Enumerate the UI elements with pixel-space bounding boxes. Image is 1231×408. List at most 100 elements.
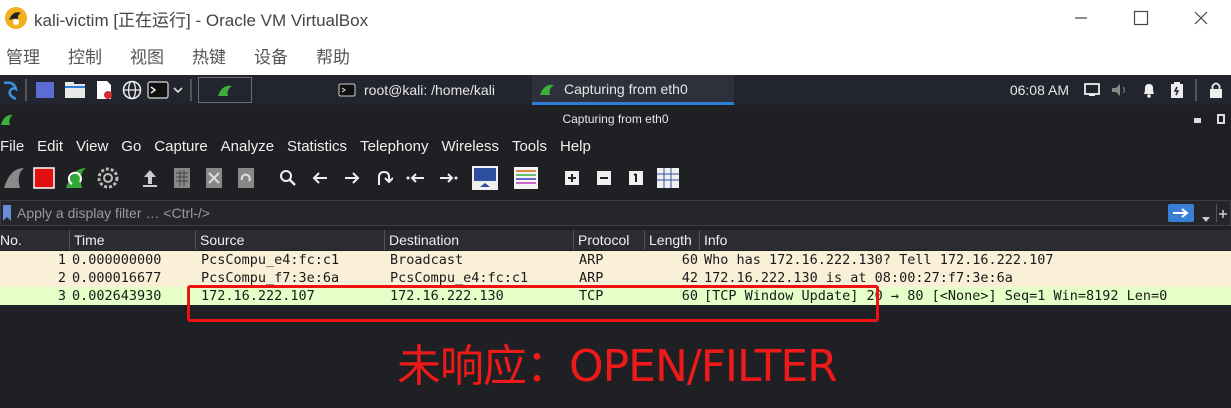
zoom-in-button[interactable] bbox=[556, 162, 588, 194]
packet-row[interactable]: 1 0.000000000 PcsCompu_e4:fc:c1 Broadcas… bbox=[0, 251, 1231, 269]
column-header-no[interactable]: No. bbox=[0, 230, 70, 250]
menu-control[interactable]: 控制 bbox=[68, 43, 102, 68]
menu-devices[interactable]: 设备 bbox=[254, 43, 288, 68]
column-header-length[interactable]: Length bbox=[645, 230, 700, 250]
close-file-button[interactable] bbox=[198, 162, 230, 194]
panel-separator bbox=[1191, 75, 1201, 105]
terminal-dropdown-button[interactable] bbox=[170, 75, 186, 105]
colorize-icon bbox=[514, 167, 538, 189]
column-header-info[interactable]: Info bbox=[700, 230, 1231, 250]
wireshark-fin-icon bbox=[1, 114, 13, 125]
file-close-icon bbox=[206, 168, 222, 188]
power-tray-button[interactable] bbox=[1163, 75, 1191, 105]
resize-columns-button[interactable] bbox=[652, 162, 684, 194]
restart-capture-button[interactable] bbox=[60, 162, 92, 194]
normal-size-button[interactable] bbox=[620, 162, 652, 194]
column-header-time[interactable]: Time bbox=[70, 230, 196, 250]
browser-button[interactable] bbox=[118, 75, 146, 105]
menu-edit[interactable]: Edit bbox=[37, 138, 63, 155]
menu-capture[interactable]: Capture bbox=[154, 138, 207, 155]
filter-expressions-button[interactable] bbox=[1216, 204, 1228, 222]
taskbar-item-wireshark[interactable]: Capturing from eth0 bbox=[532, 75, 734, 105]
menu-wireless[interactable]: Wireless bbox=[441, 138, 499, 155]
packet-list-header: No. Time Source Destination Protocol Len… bbox=[0, 230, 1231, 250]
packet-protocol: ARP bbox=[579, 252, 604, 268]
ws-minimize-button[interactable] bbox=[1194, 118, 1201, 123]
annotation-text: 未响应：OPEN/FILTER bbox=[397, 341, 838, 392]
ws-maximize-button[interactable] bbox=[1217, 114, 1225, 124]
packet-time: 0.000000000 bbox=[72, 252, 162, 268]
stop-icon bbox=[33, 167, 55, 189]
start-capture-button[interactable] bbox=[0, 162, 28, 194]
colorize-button[interactable] bbox=[506, 162, 546, 194]
menu-help[interactable]: 帮助 bbox=[316, 43, 350, 68]
notifications-tray-button[interactable] bbox=[1135, 75, 1163, 105]
show-desktop-button[interactable] bbox=[30, 75, 60, 105]
volume-tray-button[interactable] bbox=[1105, 75, 1135, 105]
menu-view[interactable]: View bbox=[76, 138, 108, 155]
resize-columns-icon bbox=[657, 168, 679, 188]
close-button[interactable] bbox=[1171, 0, 1231, 36]
battery-plug-icon bbox=[1171, 82, 1183, 98]
go-back-button[interactable] bbox=[304, 162, 336, 194]
wireshark-toolbar bbox=[0, 159, 1231, 197]
menu-manage[interactable]: 管理 bbox=[6, 43, 40, 68]
packet-no: 1 bbox=[57, 252, 66, 268]
menu-telephony[interactable]: Telephony bbox=[360, 138, 428, 155]
arrow-left-icon bbox=[312, 172, 327, 184]
stop-capture-button[interactable] bbox=[28, 162, 60, 194]
minimize-button[interactable] bbox=[1051, 0, 1111, 36]
vbox-menu-bar: 管理 控制 视图 热键 设备 帮助 bbox=[0, 36, 1231, 75]
shark-fin-icon bbox=[4, 168, 24, 188]
kali-logo-icon bbox=[3, 81, 18, 101]
capture-options-button[interactable] bbox=[92, 162, 124, 194]
taskbar-item-terminal[interactable]: root@kali: /home/kali bbox=[332, 75, 532, 105]
column-header-protocol[interactable]: Protocol bbox=[574, 230, 645, 250]
packet-time: 0.000016677 bbox=[72, 270, 162, 286]
toolbar-separator bbox=[546, 162, 556, 194]
packet-length: 60 bbox=[681, 252, 698, 268]
terminal-launcher-button[interactable] bbox=[146, 75, 170, 105]
first-packet-button[interactable] bbox=[400, 162, 432, 194]
reload-file-button[interactable] bbox=[230, 162, 262, 194]
column-header-source[interactable]: Source bbox=[196, 230, 385, 250]
last-packet-button[interactable] bbox=[432, 162, 464, 194]
display-tray-button[interactable] bbox=[1079, 75, 1105, 105]
upload-arrow-icon bbox=[143, 170, 157, 187]
taskbar-item-label: root@kali: /home/kali bbox=[364, 82, 495, 98]
menu-file[interactable]: File bbox=[0, 138, 24, 155]
kali-top-panel: root@kali: /home/kali Capturing from eth… bbox=[0, 75, 1231, 105]
zoom-out-button[interactable] bbox=[588, 162, 620, 194]
file-manager-button[interactable] bbox=[60, 75, 90, 105]
open-file-button[interactable] bbox=[134, 162, 166, 194]
save-file-button[interactable] bbox=[166, 162, 198, 194]
text-editor-button[interactable] bbox=[90, 75, 118, 105]
go-to-packet-button[interactable] bbox=[368, 162, 400, 194]
menu-go[interactable]: Go bbox=[121, 138, 141, 155]
menu-view[interactable]: 视图 bbox=[130, 43, 164, 68]
menu-tools[interactable]: Tools bbox=[512, 138, 547, 155]
menu-statistics[interactable]: Statistics bbox=[287, 138, 347, 155]
display-icon bbox=[1084, 83, 1100, 96]
wireshark-title-bar: Capturing from eth0 bbox=[0, 105, 1231, 133]
column-header-destination[interactable]: Destination bbox=[385, 230, 574, 250]
kali-dragon-app-icon bbox=[5, 7, 27, 29]
maximize-button[interactable] bbox=[1111, 0, 1171, 36]
filter-history-dropdown[interactable] bbox=[1202, 208, 1210, 227]
toolbar-separator bbox=[262, 162, 272, 194]
lock-screen-button[interactable] bbox=[1201, 75, 1231, 105]
menu-analyze[interactable]: Analyze bbox=[221, 138, 274, 155]
wireshark-window-title: Capturing from eth0 bbox=[562, 112, 669, 126]
last-packet-icon bbox=[440, 173, 458, 183]
display-filter-input[interactable] bbox=[17, 205, 1117, 221]
go-forward-button[interactable] bbox=[336, 162, 368, 194]
menu-hotkeys[interactable]: 热键 bbox=[192, 43, 226, 68]
autoscroll-button[interactable] bbox=[464, 162, 506, 194]
kali-menu-button[interactable] bbox=[0, 75, 22, 105]
clock[interactable]: 06:08 AM bbox=[1010, 82, 1069, 98]
workspace-switcher[interactable] bbox=[198, 77, 252, 103]
file-reload-icon bbox=[238, 168, 254, 188]
find-packet-button[interactable] bbox=[272, 162, 304, 194]
apply-filter-button[interactable] bbox=[1168, 204, 1194, 222]
menu-help[interactable]: Help bbox=[560, 138, 591, 155]
